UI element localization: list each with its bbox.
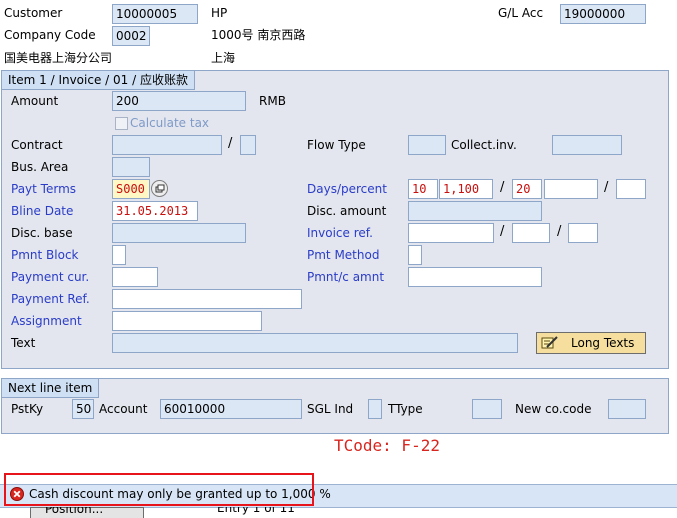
invoice-ref-field[interactable] — [408, 223, 494, 243]
ttype-field[interactable] — [472, 399, 502, 419]
bus-area-label: Bus. Area — [11, 160, 69, 174]
pencil-note-icon — [541, 335, 559, 351]
disc-amount-field[interactable] — [408, 201, 542, 221]
invoice-ref-slash-1: / — [500, 224, 505, 239]
days1-field[interactable]: 10 — [408, 179, 438, 199]
pstky-label: PstKy — [11, 402, 44, 416]
position-button[interactable]: Position... — [30, 507, 144, 518]
contract-slash: / — [228, 136, 233, 151]
account-label: Account — [99, 402, 148, 416]
payt-terms-label[interactable]: Payt Terms — [11, 180, 76, 198]
days-slash-2: / — [604, 180, 609, 195]
payment-ref-field[interactable] — [112, 289, 302, 309]
long-texts-label: Long Texts — [571, 336, 635, 350]
contract-label: Contract — [11, 138, 63, 152]
pmnt-c-amnt-label[interactable]: Pmnt/c amnt — [307, 268, 384, 286]
long-texts-button[interactable]: Long Texts — [536, 332, 646, 354]
customer-field[interactable]: 10000005 — [112, 4, 198, 24]
gl-acc-label: G/L Acc — [498, 6, 544, 20]
percent2-field[interactable] — [544, 179, 598, 199]
ttype-label: TType — [388, 402, 423, 416]
contract-type-field[interactable] — [240, 135, 256, 155]
payment-cur-label[interactable]: Payment cur. — [11, 268, 89, 286]
sgl-ind-label: SGL Ind — [307, 402, 354, 416]
customer-label: Customer — [4, 6, 63, 20]
text-label: Text — [11, 336, 36, 350]
flow-type-field[interactable] — [408, 135, 446, 155]
net-days-field[interactable] — [616, 179, 646, 199]
calculate-tax-checkbox[interactable] — [115, 117, 128, 130]
pmt-method-label[interactable]: Pmt Method — [307, 246, 379, 264]
amount-label: Amount — [11, 94, 59, 108]
flow-type-label: Flow Type — [307, 138, 366, 152]
contract-field[interactable] — [112, 135, 222, 155]
pmnt-block-field[interactable] — [112, 245, 126, 265]
account-field[interactable]: 60010000 — [160, 399, 302, 419]
bline-date-label[interactable]: Bline Date — [11, 202, 73, 220]
assignment-label[interactable]: Assignment — [11, 312, 82, 330]
bus-area-field[interactable] — [112, 157, 150, 177]
calculate-tax-label: Calculate tax — [130, 116, 210, 130]
possible-entries-icon[interactable] — [151, 180, 168, 197]
pmnt-block-label[interactable]: Pmnt Block — [11, 246, 79, 264]
pmt-method-field[interactable] — [408, 245, 422, 265]
disc-base-label: Disc. base — [11, 226, 73, 240]
error-highlight-box — [4, 473, 314, 506]
sgl-ind-field[interactable] — [368, 399, 382, 419]
payment-ref-label[interactable]: Payment Ref. — [11, 290, 90, 308]
invoice-ref-slash-2: / — [557, 224, 562, 239]
company-code-label: Company Code — [4, 28, 96, 42]
percent1-field[interactable]: 1,100 — [439, 179, 493, 199]
new-co-code-label: New co.code — [515, 402, 592, 416]
amount-field[interactable]: 200 — [112, 91, 246, 111]
position-button-label: Position... — [45, 507, 104, 516]
address-street: 1000号 南京西路 — [211, 28, 306, 42]
disc-base-field[interactable] — [112, 223, 246, 243]
company-code-field[interactable]: 0002 — [112, 26, 150, 46]
payt-terms-field[interactable]: S000 — [112, 179, 150, 199]
days-slash-1: / — [500, 180, 505, 195]
invoice-ref-item-field[interactable] — [568, 223, 598, 243]
new-co-code-field[interactable] — [608, 399, 646, 419]
pmnt-c-amnt-field[interactable] — [408, 267, 542, 287]
bline-date-field[interactable]: 31.05.2013 — [112, 201, 198, 221]
days-percent-label[interactable]: Days/percent — [307, 180, 387, 198]
bottom-partial-row: Position... Entry 1 of 11 — [0, 507, 677, 518]
company-name: 国美电器上海分公司 — [4, 51, 113, 65]
customer-name: HP — [211, 6, 228, 20]
currency-label: RMB — [259, 94, 286, 108]
payment-cur-field[interactable] — [112, 267, 158, 287]
entry-count: Entry 1 of 11 — [217, 507, 295, 515]
disc-amount-label: Disc. amount — [307, 204, 387, 218]
item-group-title: Item 1 / Invoice / 01 / 应收账款 — [2, 71, 195, 90]
days2-field[interactable]: 20 — [512, 179, 542, 199]
city: 上海 — [211, 51, 236, 65]
collect-inv-label: Collect.inv. — [451, 138, 517, 152]
gl-acc-field[interactable]: 19000000 — [560, 4, 646, 24]
text-field[interactable] — [112, 333, 518, 353]
next-line-item-title: Next line item — [2, 379, 100, 398]
assignment-field[interactable] — [112, 311, 262, 331]
invoice-ref-label[interactable]: Invoice ref. — [307, 224, 373, 242]
tcode-annotation: TCode: F-22 — [334, 436, 440, 455]
pstky-field[interactable]: 50 — [72, 399, 94, 419]
invoice-ref-year-field[interactable] — [512, 223, 550, 243]
collect-inv-field[interactable] — [552, 135, 622, 155]
